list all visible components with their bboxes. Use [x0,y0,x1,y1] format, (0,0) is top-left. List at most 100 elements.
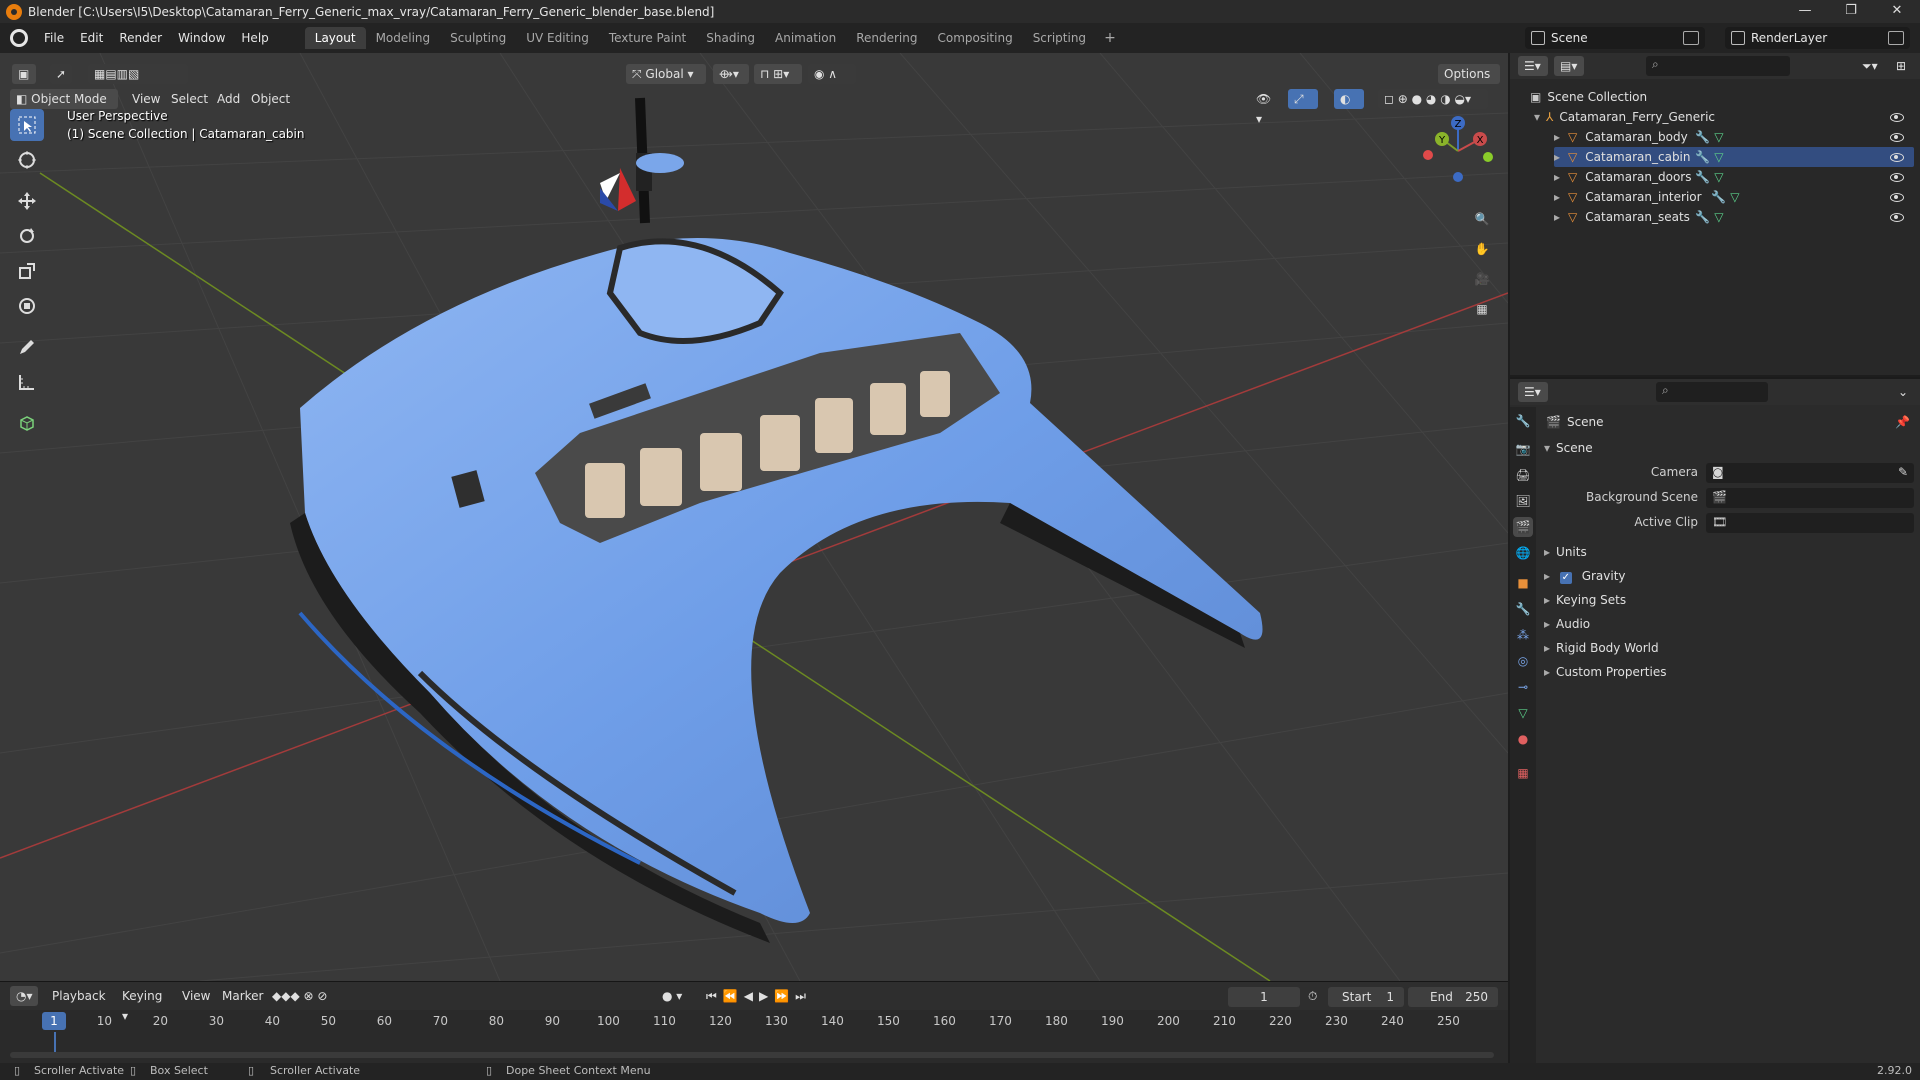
world-tab-icon[interactable]: 🌐 [1513,543,1533,563]
timeline-scrollbar[interactable] [10,1052,1494,1058]
tab-modeling[interactable]: Modeling [366,27,441,49]
tab-scripting[interactable]: Scripting [1023,27,1096,49]
keyframe-icons[interactable]: ◆◆◆ ⊗ ⊘ [272,986,327,1006]
options-dropdown[interactable]: Options ▾ [1438,64,1500,101]
navigation-gizmo[interactable]: Z X Y [1418,111,1498,191]
timeline-frame-label[interactable]: 190 [1101,1014,1124,1028]
background-scene-field[interactable]: 🎬 [1706,488,1914,508]
visibility-eye-icon[interactable] [1890,152,1904,162]
visibility-eye-icon[interactable] [1890,172,1904,182]
menu-file[interactable]: File [36,23,72,53]
timeline-frame-label[interactable]: 1 [42,1012,66,1030]
maximize-button[interactable]: ❐ [1828,0,1874,23]
timeline-frame-label[interactable]: 90 [545,1014,560,1028]
timeline-editor-type[interactable]: ◔▾ [10,986,38,1006]
pivot-point-dropdown[interactable]: ⟴▾ [713,64,749,84]
tab-texture-paint[interactable]: Texture Paint [599,27,696,49]
3d-viewport[interactable]: ▣ ➚ ▦▤▥▧ ⤧ Global ▾ ⟴▾ ⊓ ⊞▾ ◉ ∧ Options … [0,53,1508,981]
outliner-object-row[interactable]: ▸ ▽ Catamaran_doors 🔧 ▽ [1554,167,1914,187]
editor-type-button[interactable]: ▣ [12,64,36,84]
blender-logo-icon[interactable] [10,29,28,47]
tab-animation[interactable]: Animation [765,27,846,49]
tool-cursor[interactable] [10,144,44,176]
properties-search-input[interactable]: ⌕ [1656,382,1768,402]
timeline-frame-label[interactable]: 80 [489,1014,504,1028]
timeline-frame-label[interactable]: 210 [1213,1014,1236,1028]
menu-edit[interactable]: Edit [72,23,111,53]
new-scene-icon[interactable] [1683,31,1699,45]
timeline-frame-label[interactable]: 230 [1325,1014,1348,1028]
display-mode-dropdown[interactable]: ▤▾ [1554,56,1584,76]
tool-move[interactable] [10,185,44,217]
properties-panel[interactable]: ☰▾ ⌕ ⌄ 🔧 📷 🖨 🖼 🎬 🌐 ■ 🔧 ⁂ ◎ ⊸ ▽ ● ▦ 🎬 Scen… [1510,377,1920,1063]
camera-field[interactable]: ◙ ✎ [1706,463,1914,483]
camera-view-button[interactable]: 🎥 [1468,265,1496,293]
gravity-panel-header[interactable]: ▸ ✓ Gravity [1544,569,1626,584]
pan-button[interactable]: ✋ [1468,235,1496,263]
render-tab-icon[interactable]: 📷 [1513,439,1533,459]
outliner-object-row[interactable]: ▸ ▽ Catamaran_interior 🔧 ▽ [1554,187,1914,207]
selection-mode-group[interactable]: ▦▤▥▧ [88,64,188,84]
visibility-eye-icon[interactable] [1890,212,1904,222]
playback-menu[interactable]: Playback ▾ [46,986,112,1023]
timeline-frame-label[interactable]: 30 [209,1014,224,1028]
timeline-frame-label[interactable]: 50 [321,1014,336,1028]
menu-window[interactable]: Window [170,23,233,53]
outliner-collection-row[interactable]: ▾ ⅄ Catamaran_Ferry_Generic [1534,107,1914,127]
snap-toggle[interactable]: ⊓ ⊞▾ [754,64,802,84]
collapse-chevron-icon[interactable]: ⌄ [1898,382,1908,402]
new-collection-icon[interactable]: ⊞ [1896,56,1906,76]
timeline-frame-label[interactable]: 180 [1045,1014,1068,1028]
viewport-menu-view[interactable]: View [132,89,160,109]
overlay-toggle[interactable]: ◐ [1334,89,1364,109]
timeline-frame-label[interactable]: 250 [1437,1014,1460,1028]
keying-menu[interactable]: Keying ▾ [116,986,172,1023]
tool-measure[interactable] [10,366,44,398]
outliner-object-row[interactable]: ▸ ▽ Catamaran_seats 🔧 ▽ [1554,207,1914,227]
timeline-ruler[interactable]: 1 10 20 30 40 50 60 70 80 90 100 110 120 130 140 150 160… [0,1010,1508,1032]
timeline-frame-label[interactable]: 240 [1381,1014,1404,1028]
timeline-view-menu[interactable]: View [182,986,210,1006]
tool-transform[interactable] [10,290,44,322]
audio-panel-header[interactable]: ▸ Audio [1544,617,1590,631]
texture-tab-icon[interactable]: ▦ [1513,763,1533,783]
outliner-object-row[interactable]: ▸ ▽ Catamaran_cabin 🔧 ▽ [1554,147,1914,167]
active-clip-field[interactable]: 🎞 [1706,513,1914,533]
tool-rotate[interactable] [10,220,44,252]
timeline-marker-menu[interactable]: Marker [222,986,263,1006]
timeline-frame-label[interactable]: 140 [821,1014,844,1028]
units-panel-header[interactable]: ▸ Units [1544,545,1587,559]
timeline-frame-label[interactable]: 110 [653,1014,676,1028]
close-button[interactable]: ✕ [1874,0,1920,23]
timeline-frame-label[interactable]: 120 [709,1014,732,1028]
expand-arrow-icon[interactable]: ▸ [1554,147,1560,167]
expand-arrow-icon[interactable]: ▸ [1554,187,1560,207]
tool-annotate[interactable] [10,331,44,363]
tool-scale[interactable] [10,255,44,287]
select-mode-button[interactable]: ➚ [50,64,72,84]
tab-uv-editing[interactable]: UV Editing [516,27,599,49]
timeline-frame-label[interactable]: 10 [97,1014,112,1028]
visibility-eye-icon[interactable] [1890,192,1904,202]
catamaran-model[interactable] [290,97,1263,943]
scene-tab-icon[interactable]: 🎬 [1513,517,1533,537]
start-frame-field[interactable]: Start 1 [1328,987,1404,1007]
eyedropper-icon[interactable]: ✎ [1898,465,1908,479]
outliner-editor-type[interactable]: ☰▾ [1518,56,1548,76]
timeline-frame-label[interactable]: 130 [765,1014,788,1028]
custom-properties-panel-header[interactable]: ▸ Custom Properties [1544,665,1666,679]
timeline-frame-label[interactable]: 70 [433,1014,448,1028]
keying-sets-panel-header[interactable]: ▸ Keying Sets [1544,593,1626,607]
properties-editor-type[interactable]: ☰▾ [1518,382,1548,402]
visibility-eye-icon[interactable] [1890,112,1904,122]
constraints-tab-icon[interactable]: ⊸ [1513,677,1533,697]
output-tab-icon[interactable]: 🖨 [1513,465,1533,485]
timeline-frame-label[interactable]: 40 [265,1014,280,1028]
expand-arrow-icon[interactable]: ▸ [1554,127,1560,147]
record-button[interactable]: ● ▾ [662,986,682,1006]
view-layer-tab-icon[interactable]: 🖼 [1513,491,1533,511]
ortho-toggle-button[interactable]: ▦ [1468,295,1496,323]
scene-selector[interactable]: Scene [1525,27,1705,49]
minimize-button[interactable]: — [1782,0,1828,23]
tab-sculpting[interactable]: Sculpting [440,27,516,49]
